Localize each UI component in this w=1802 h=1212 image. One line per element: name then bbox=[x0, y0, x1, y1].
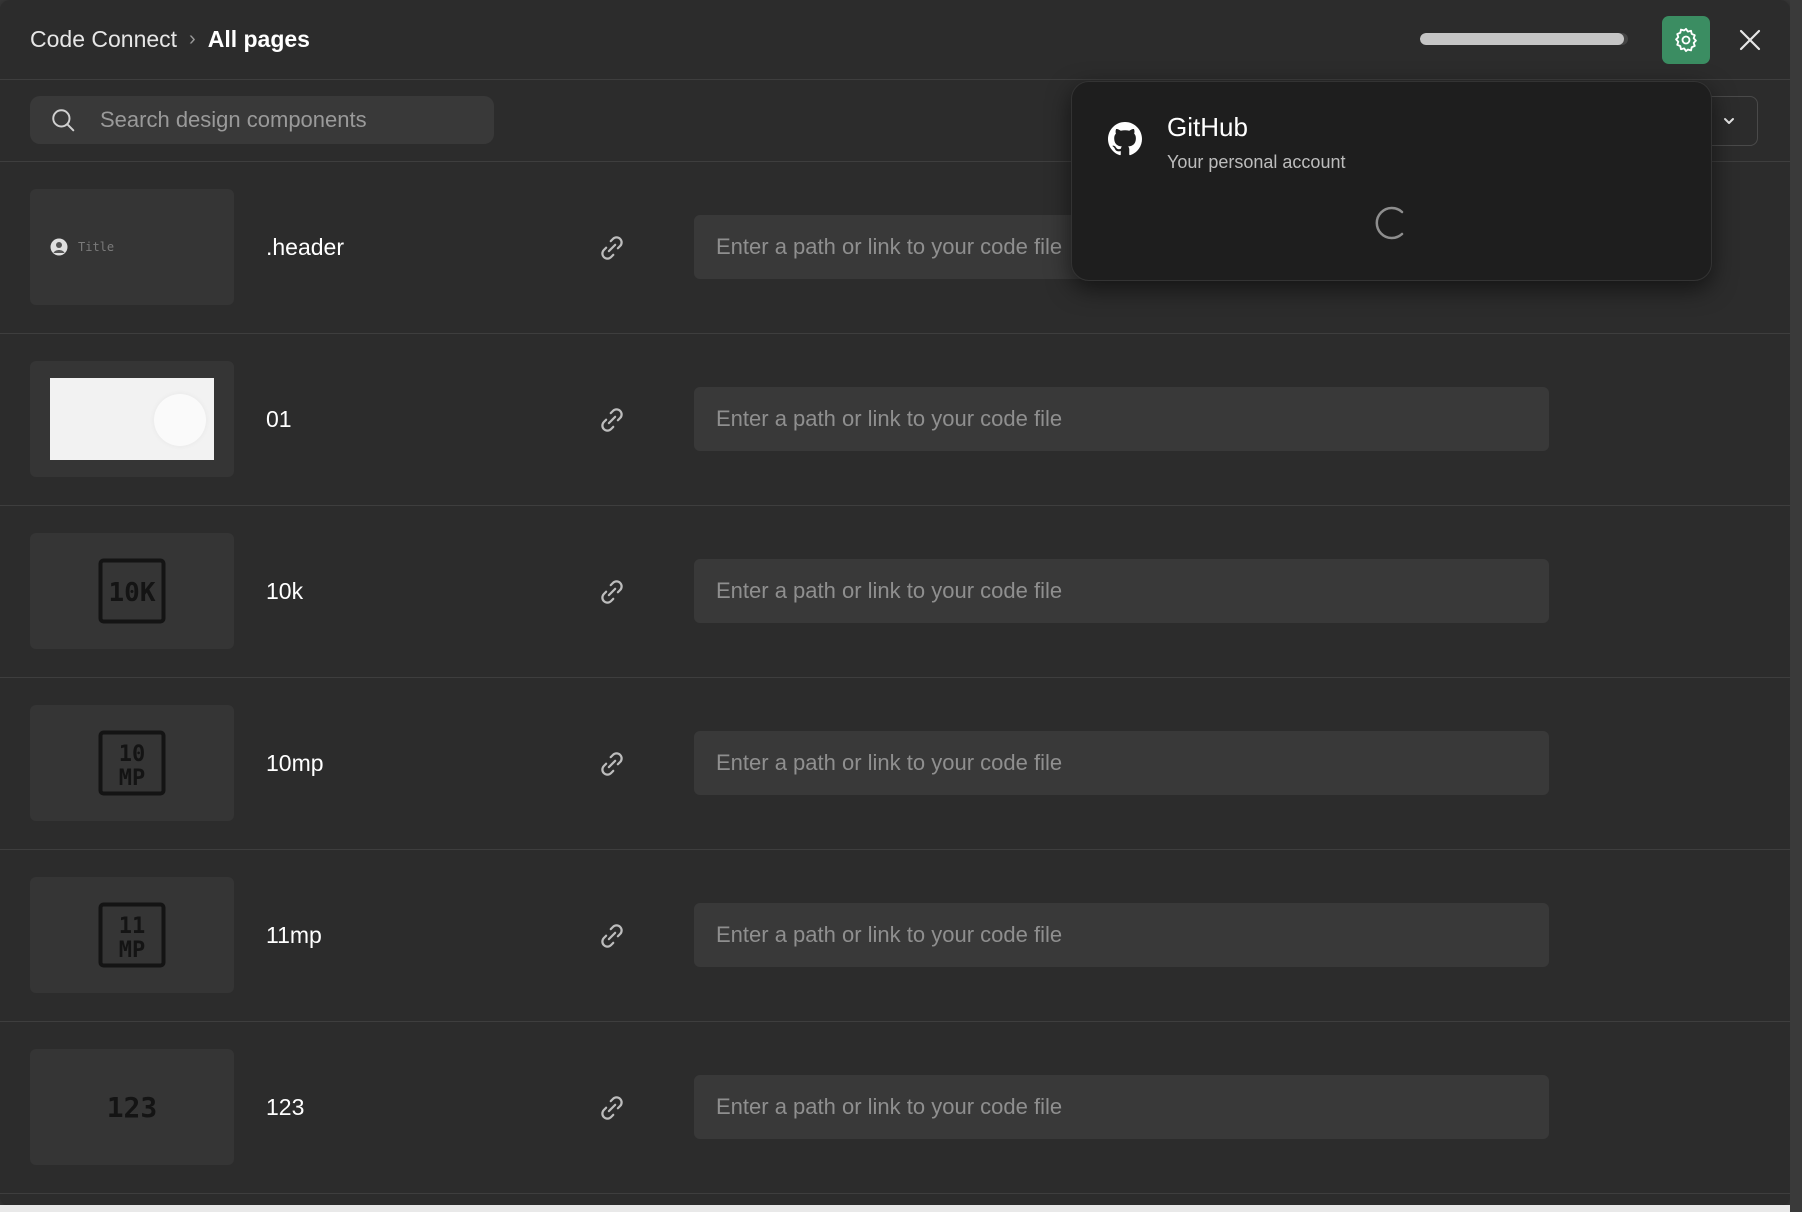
breadcrumb-current: All pages bbox=[207, 26, 310, 52]
123-icon: 123 bbox=[107, 1091, 158, 1124]
link-icon[interactable] bbox=[596, 920, 628, 952]
loading-spinner-icon bbox=[1375, 206, 1404, 240]
component-thumbnail: 10 MP bbox=[30, 705, 234, 821]
settings-button[interactable] bbox=[1662, 16, 1710, 64]
gear-icon bbox=[1675, 27, 1697, 53]
10mp-glyph-bottom: MP bbox=[119, 766, 146, 791]
component-thumbnail: Title bbox=[30, 189, 234, 305]
10k-icon: 10K bbox=[98, 558, 166, 624]
link-icon[interactable] bbox=[596, 232, 628, 264]
avatar-icon bbox=[50, 238, 68, 256]
github-subtitle: Your personal account bbox=[1167, 152, 1346, 172]
link-icon[interactable] bbox=[596, 404, 628, 436]
link-icon[interactable] bbox=[596, 748, 628, 780]
component-thumbnail: 10K bbox=[30, 533, 234, 649]
component-thumbnail bbox=[30, 361, 234, 477]
chevron-down-icon bbox=[1724, 118, 1734, 124]
code-path-input[interactable] bbox=[694, 387, 1549, 451]
component-row: 10 MP 10mp bbox=[0, 678, 1790, 850]
search-input[interactable] bbox=[98, 106, 472, 134]
code-connect-dialog: Code Connect › All pages Search design c… bbox=[0, 0, 1790, 1205]
component-name: 10k bbox=[266, 578, 304, 604]
123-glyph: 123 bbox=[107, 1091, 158, 1124]
header-preview-title: Title bbox=[78, 240, 115, 254]
11mp-glyph-top: 11 bbox=[119, 914, 146, 939]
github-icon bbox=[1108, 122, 1142, 156]
10mp-icon: 10 MP bbox=[98, 730, 166, 796]
close-button[interactable] bbox=[1730, 20, 1770, 60]
component-row: 01 bbox=[0, 334, 1790, 506]
breadcrumb-separator-icon: › bbox=[189, 28, 196, 50]
component-name: 123 bbox=[266, 1094, 305, 1120]
component-row: 11 MP 11mp bbox=[0, 850, 1790, 1022]
link-icon[interactable] bbox=[596, 1092, 628, 1124]
component-row: 10K 10k bbox=[0, 506, 1790, 678]
close-icon bbox=[1739, 29, 1761, 51]
top-bar: Code Connect › All pages bbox=[0, 0, 1790, 80]
card-preview-circle bbox=[154, 394, 206, 446]
component-row: 123 123 bbox=[0, 1022, 1790, 1194]
progress-fill bbox=[1420, 33, 1624, 45]
10k-glyph: 10K bbox=[109, 578, 156, 608]
component-thumbnail: 123 bbox=[30, 1049, 234, 1165]
background-canvas-bottom bbox=[0, 1205, 1790, 1212]
10mp-glyph-top: 10 bbox=[119, 742, 146, 767]
search-field[interactable] bbox=[30, 96, 494, 144]
code-path-input[interactable] bbox=[694, 903, 1549, 967]
link-icon[interactable] bbox=[596, 576, 628, 608]
11mp-icon: 11 MP bbox=[98, 902, 166, 968]
code-path-input[interactable] bbox=[694, 559, 1549, 623]
code-path-input[interactable] bbox=[694, 1075, 1549, 1139]
card-preview bbox=[50, 378, 214, 460]
header-preview: Title bbox=[50, 227, 214, 267]
github-title: GitHub bbox=[1167, 112, 1248, 142]
github-account-popover: GitHub Your personal account bbox=[1071, 81, 1712, 281]
component-name: 11mp bbox=[266, 922, 322, 948]
component-name: 01 bbox=[266, 406, 292, 432]
11mp-glyph-bottom: MP bbox=[119, 938, 146, 963]
code-path-input[interactable] bbox=[694, 731, 1549, 795]
component-name: 10mp bbox=[266, 750, 324, 776]
component-name: .header bbox=[266, 234, 345, 260]
background-canvas-edge bbox=[1790, 0, 1802, 1212]
search-icon bbox=[50, 107, 76, 133]
breadcrumb: Code Connect › All pages bbox=[30, 26, 310, 53]
sync-progress-bar bbox=[1420, 33, 1628, 45]
component-thumbnail: 11 MP bbox=[30, 877, 234, 993]
breadcrumb-root[interactable]: Code Connect bbox=[30, 26, 177, 53]
